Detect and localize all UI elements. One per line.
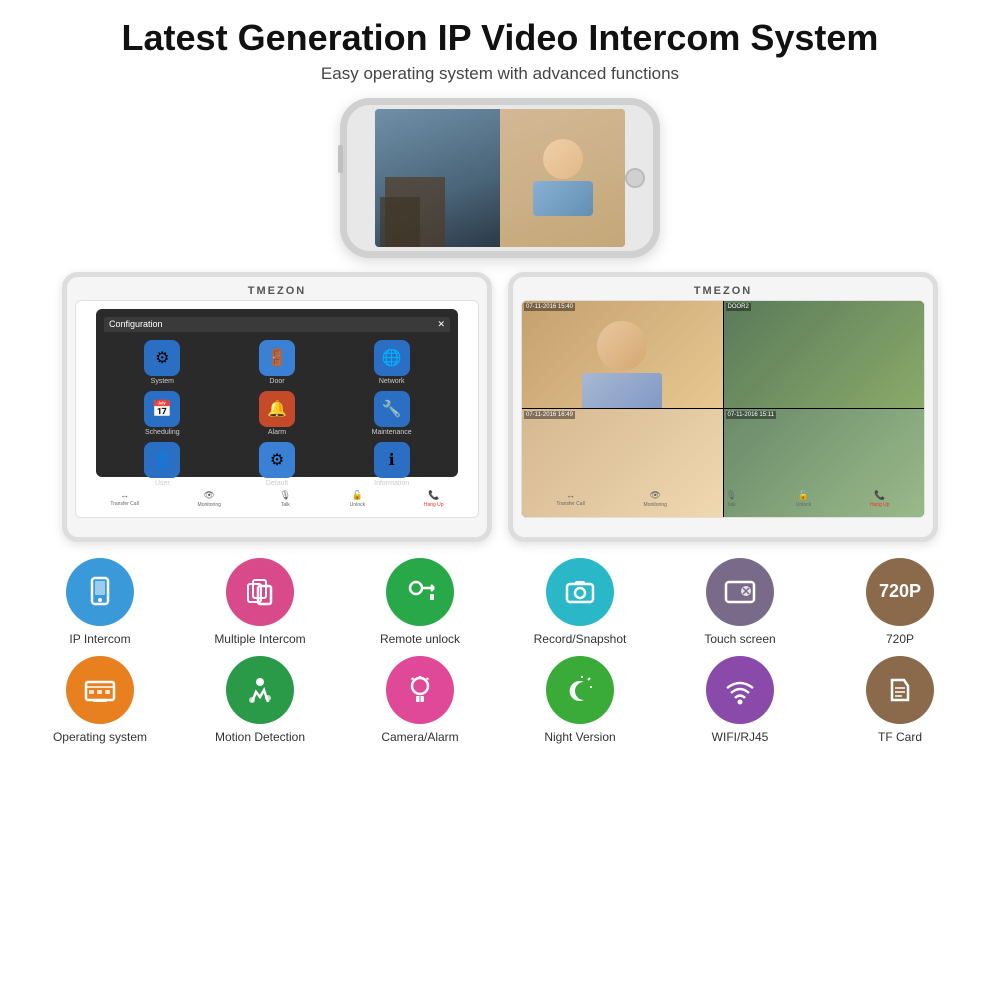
config-item-default[interactable]: ⚙ Default [223,442,332,487]
tablet-screen-2: 07-11-2016 15:40 DOOR2 07-11-2016 16:49 … [521,300,925,518]
tablet-screen-1: Configuration ✕ ⚙ System 🚪 Door [75,300,479,518]
feature-tf-card: TF Card [830,656,970,744]
feature-720p: 720P 720P [830,558,970,646]
talk-btn[interactable]: 🎙Talk [280,490,291,508]
maintenance-icon: 🔧 [374,391,410,427]
transfer-call-btn-2[interactable]: ↔Transfer Call [556,490,584,507]
remote-unlock-label: Remote unlock [380,632,460,646]
config-item-system[interactable]: ⚙ System [108,340,217,385]
talk-btn-2[interactable]: 🎙Talk [726,490,737,508]
config-grid: ⚙ System 🚪 Door 🌐 Network 📅 [104,336,450,491]
information-icon: ℹ [374,442,410,478]
tablet-config: TMEZON Configuration ✕ ⚙ System 🚪 [62,272,492,542]
motion-detection-icon [226,656,294,724]
phone-screen [375,109,625,247]
config-dialog: Configuration ✕ ⚙ System 🚪 Door [96,309,458,477]
config-item-network[interactable]: 🌐 Network [337,340,446,385]
720p-label: 720P [886,632,914,646]
tablet-brand-1: TMEZON [75,285,479,297]
monitoring-btn-2[interactable]: 👁Monitoring [644,490,667,508]
tablets-row: TMEZON Configuration ✕ ⚙ System 🚪 [62,272,938,542]
ip-intercom-icon [66,558,134,626]
subheadline: Easy operating system with advanced func… [321,64,679,84]
hangup-btn-2[interactable]: 📞Hang Up [870,490,890,508]
operating-system-label: Operating system [53,730,147,744]
multiple-intercom-icon [226,558,294,626]
remote-unlock-icon [386,558,454,626]
tablet2-bottom-bar: ↔Transfer Call 👁Monitoring 🎙Talk 🔓Unlock… [522,483,924,515]
headline: Latest Generation IP Video Intercom Syst… [122,18,879,58]
cam-cell-2: DOOR2 [724,301,925,409]
feature-multiple-intercom: Multiple Intercom [190,558,330,646]
night-version-icon [546,656,614,724]
user-icon: 👤 [144,442,180,478]
monitoring-btn[interactable]: 👁Monitoring [198,490,221,508]
features-section: IP Intercom Multiple Intercom [20,558,980,744]
features-row-1: IP Intercom Multiple Intercom [20,558,980,646]
unlock-btn-2[interactable]: 🔓Unlock [796,490,811,508]
motion-detection-label: Motion Detection [215,730,305,744]
config-item-alarm[interactable]: 🔔 Alarm [223,391,332,436]
features-row-2: Operating system Motion Detection [20,656,980,744]
touch-screen-label: Touch screen [704,632,775,646]
feature-motion-detection: Motion Detection [190,656,330,744]
feature-record-snapshot: Record/Snapshot [510,558,650,646]
phone-frame [340,98,660,258]
720p-icon: 720P [866,558,934,626]
scheduling-icon: 📅 [144,391,180,427]
tablet1-bottom-bar: ↔Transfer Call 👁Monitoring 🎙Talk 🔓Unlock… [76,483,478,515]
feature-touch-screen: Touch screen [670,558,810,646]
feature-operating-system: Operating system [30,656,170,744]
config-item-user[interactable]: 👤 User [108,442,217,487]
wifi-rj45-icon [706,656,774,724]
record-snapshot-icon [546,558,614,626]
close-icon: ✕ [437,319,445,330]
tf-card-icon [866,656,934,724]
phone-mockup [340,98,660,258]
system-icon: ⚙ [144,340,180,376]
config-item-scheduling[interactable]: 📅 Scheduling [108,391,217,436]
network-icon: 🌐 [374,340,410,376]
touch-screen-icon [706,558,774,626]
camera-alarm-label: Camera/Alarm [381,730,458,744]
wifi-rj45-label: WIFI/RJ45 [712,730,769,744]
record-snapshot-label: Record/Snapshot [534,632,627,646]
unlock-btn[interactable]: 🔓Unlock [350,490,365,508]
phone-side-btn [338,145,343,173]
tablet-cameras: TMEZON 07-11-2016 15:40 DOOR2 07-11-2016 [508,272,938,542]
multiple-intercom-label: Multiple Intercom [214,632,305,646]
operating-system-icon [66,656,134,724]
tf-card-label: TF Card [878,730,922,744]
camera-alarm-icon [386,656,454,724]
config-title: Configuration [109,319,163,329]
feature-camera-alarm: Camera/Alarm [350,656,490,744]
page: Latest Generation IP Video Intercom Syst… [0,0,1000,1000]
ip-intercom-label: IP Intercom [69,632,130,646]
tablet-brand-2: TMEZON [521,285,925,297]
feature-remote-unlock: Remote unlock [350,558,490,646]
phone-home-btn [625,168,645,188]
transfer-call-btn[interactable]: ↔Transfer Call [110,490,138,507]
default-icon: ⚙ [259,442,295,478]
door-icon: 🚪 [259,340,295,376]
night-version-label: Night Version [544,730,615,744]
hangup-btn[interactable]: 📞Hang Up [424,490,444,508]
alarm-icon: 🔔 [259,391,295,427]
cam-cell-1: 07-11-2016 15:40 [522,301,723,409]
config-item-information[interactable]: ℹ Information [337,442,446,487]
config-item-maintenance[interactable]: 🔧 Maintenance [337,391,446,436]
feature-wifi-rj45: WIFI/RJ45 [670,656,810,744]
feature-ip-intercom: IP Intercom [30,558,170,646]
config-title-bar: Configuration ✕ [104,317,450,332]
feature-night-version: Night Version [510,656,650,744]
config-item-door[interactable]: 🚪 Door [223,340,332,385]
